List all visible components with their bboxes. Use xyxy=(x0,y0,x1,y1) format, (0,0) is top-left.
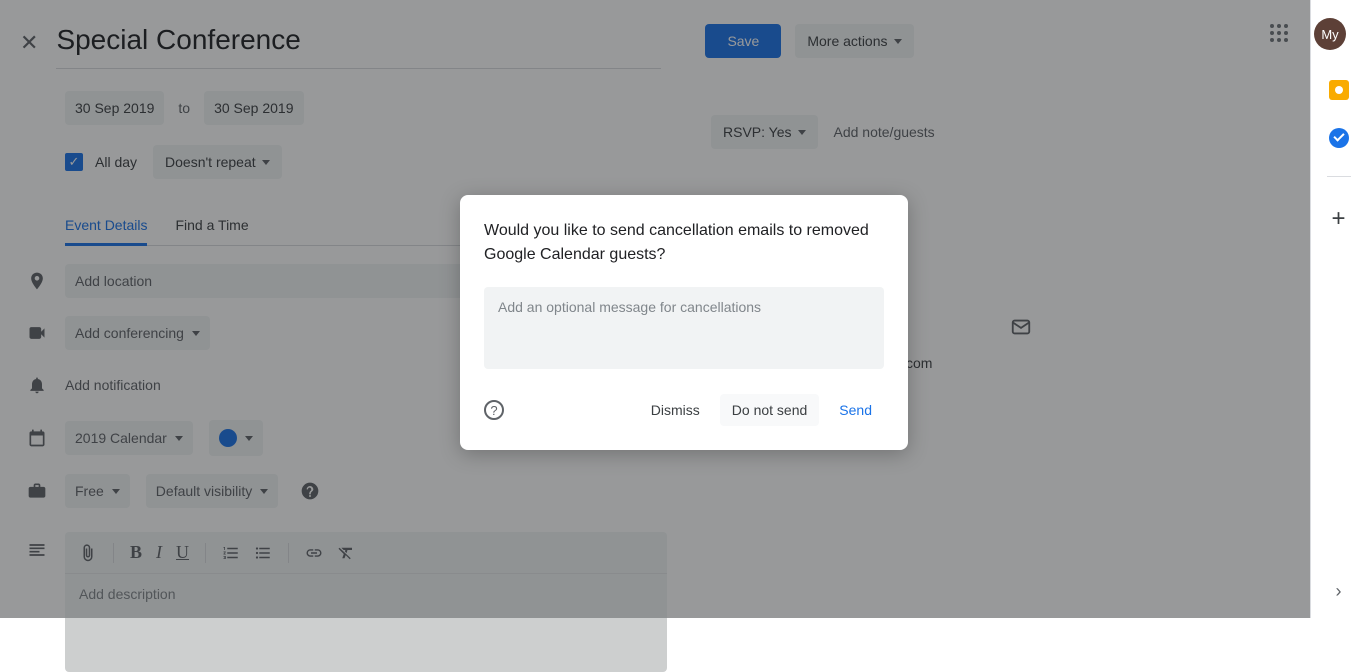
cancellation-message-input[interactable] xyxy=(484,287,884,369)
do-not-send-button[interactable]: Do not send xyxy=(720,394,820,426)
send-button[interactable]: Send xyxy=(827,394,884,426)
dismiss-button[interactable]: Dismiss xyxy=(639,394,712,426)
cancellation-modal: Would you like to send cancellation emai… xyxy=(460,195,908,450)
collapse-panel-icon[interactable]: › xyxy=(1336,581,1342,602)
modal-title: Would you like to send cancellation emai… xyxy=(484,219,884,267)
tasks-icon[interactable] xyxy=(1329,128,1349,148)
account-avatar[interactable]: My xyxy=(1314,18,1346,50)
divider xyxy=(1327,176,1351,177)
help-icon[interactable]: ? xyxy=(484,400,504,420)
add-addon-icon[interactable]: + xyxy=(1331,205,1345,233)
keep-icon[interactable] xyxy=(1329,80,1349,100)
side-panel: + › xyxy=(1310,0,1366,618)
